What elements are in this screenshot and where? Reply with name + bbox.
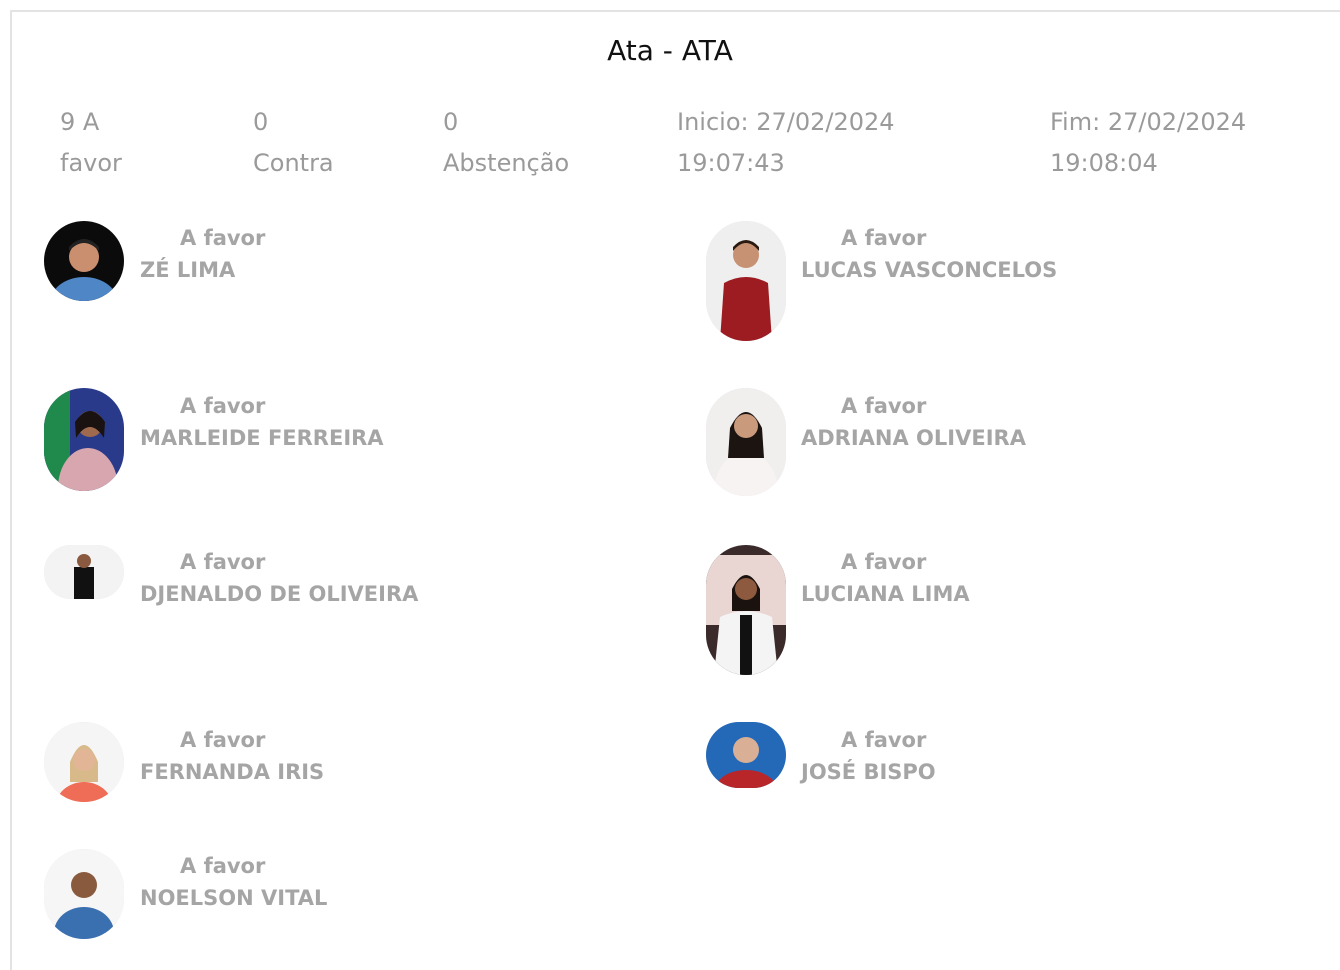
vote-status: A favor — [180, 728, 266, 752]
inicio-timestamp: Inicio: 27/02/2024 19:07:43 — [677, 102, 895, 184]
avatar — [44, 722, 124, 802]
contra-count-label: Contra — [253, 149, 334, 177]
avatar — [706, 545, 786, 675]
fim-time: 19:08:04 — [1050, 149, 1158, 177]
vote-status: A favor — [180, 226, 266, 250]
councillor-name: JOSÉ BISPO — [801, 760, 936, 784]
person-photo-icon — [706, 388, 786, 496]
page-title: Ata - ATA — [607, 34, 733, 67]
contra-count-value: 0 — [253, 108, 269, 136]
avatar — [44, 545, 124, 599]
abstencao-count-value: 0 — [443, 108, 459, 136]
person-photo-icon — [706, 221, 786, 341]
councillor-name: MARLEIDE FERREIRA — [140, 426, 384, 450]
person-photo-icon — [44, 388, 124, 491]
favor-count-label: favor — [60, 149, 122, 177]
abstencao-count: 0 Abstenção — [443, 102, 569, 184]
person-photo-icon — [44, 849, 124, 939]
councillor-name: ADRIANA OLIVEIRA — [801, 426, 1026, 450]
avatar — [706, 388, 786, 496]
person-photo-icon — [706, 545, 786, 675]
councillor-name: LUCAS VASCONCELOS — [801, 258, 1058, 282]
avatar — [44, 388, 124, 491]
councillor-name: ZÉ LIMA — [140, 258, 236, 282]
councillor-name: FERNANDA IRIS — [140, 760, 325, 784]
councillor-name: DJENALDO DE OLIVEIRA — [140, 582, 419, 606]
avatar — [706, 722, 786, 788]
person-photo-icon — [44, 722, 124, 802]
inicio-date: Inicio: 27/02/2024 — [677, 108, 895, 136]
fim-date: Fim: 27/02/2024 — [1050, 108, 1247, 136]
vote-status: A favor — [841, 394, 927, 418]
vote-status: A favor — [841, 728, 927, 752]
inicio-time: 19:07:43 — [677, 149, 785, 177]
avatar — [44, 221, 124, 301]
fim-timestamp: Fim: 27/02/2024 19:08:04 — [1050, 102, 1246, 184]
avatar — [706, 221, 786, 341]
councillor-name: LUCIANA LIMA — [801, 582, 970, 606]
avatar — [44, 849, 124, 939]
contra-count: 0 Contra — [253, 102, 334, 184]
person-photo-icon — [44, 221, 124, 301]
vote-status: A favor — [841, 226, 927, 250]
favor-count-value: 9 A — [60, 108, 100, 136]
favor-count: 9 A favor — [60, 102, 122, 184]
vote-status: A favor — [841, 550, 927, 574]
person-photo-icon — [44, 545, 124, 599]
vote-status: A favor — [180, 550, 266, 574]
vote-status: A favor — [180, 854, 266, 878]
person-photo-icon — [706, 722, 786, 788]
abstencao-count-label: Abstenção — [443, 149, 570, 177]
councillor-name: NOELSON VITAL — [140, 886, 328, 910]
vote-status: A favor — [180, 394, 266, 418]
